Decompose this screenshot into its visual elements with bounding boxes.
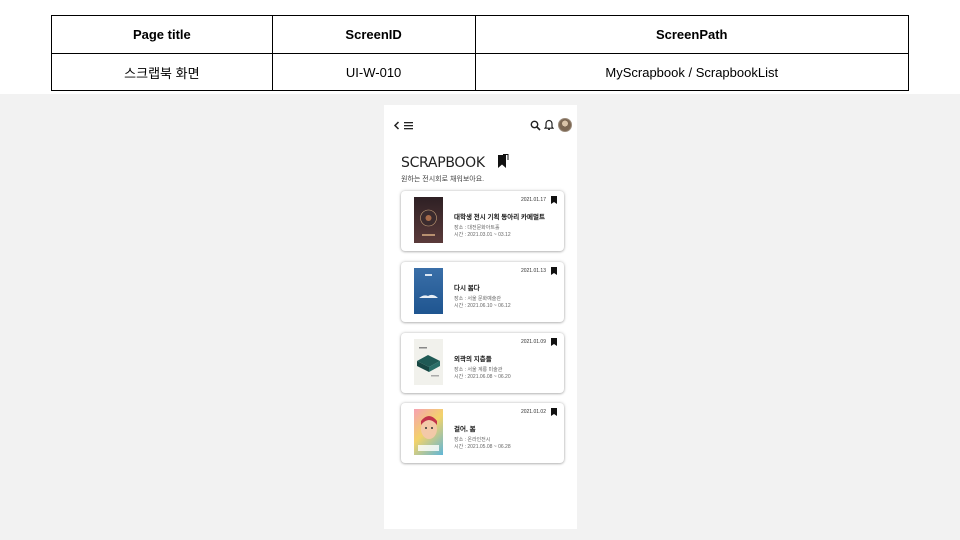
- card-date: 2021.01.17: [520, 197, 546, 203]
- scrap-card[interactable]: 2021.01.02 걸어, 봄 장소 : 온라인전시 시간 : 2021.05…: [401, 403, 564, 463]
- back-icon[interactable]: [393, 121, 400, 130]
- page-subtitle: 원하는 전시회로 채워보아요.: [401, 176, 485, 183]
- title-row: SCRAPBOOK: [401, 152, 509, 174]
- card-title: 걸어, 봄: [454, 426, 476, 433]
- exhibition-poster: [414, 409, 443, 455]
- exhibition-poster: [414, 197, 443, 243]
- bookmark-icon[interactable]: [551, 267, 557, 275]
- card-time: 시간 : 2021.06.10 ~ 06.12: [454, 303, 511, 309]
- spec-table: Page title ScreenID ScreenPath 스크랩북 화면 U…: [51, 15, 909, 91]
- bookmark-icon: [498, 154, 509, 168]
- top-bar: [384, 105, 577, 147]
- scrap-card[interactable]: 2021.01.09 외곽의 지층들 장소 : 서울 계룡 미술관 시간 : 2…: [401, 333, 564, 393]
- card-time: 시간 : 2021.06.08 ~ 06.20: [454, 374, 511, 380]
- card-title: 외곽의 지층들: [454, 356, 492, 363]
- spec-header-row: Page title ScreenID ScreenPath: [51, 15, 909, 54]
- card-place: 장소 : 서울 문화예술관: [454, 296, 501, 302]
- card-date: 2021.01.09: [520, 339, 546, 345]
- scrap-card[interactable]: 2021.01.17 대학생 전시 기획 동아리 카메멀트 장소 : 대전문화아…: [401, 191, 564, 251]
- spec-value-row: 스크랩북 화면 UI-W-010 MyScrapbook / Scrapbook…: [51, 53, 909, 91]
- spec-header-screen-path: ScreenPath: [474, 15, 909, 54]
- card-date: 2021.01.13: [520, 268, 546, 274]
- bookmark-icon[interactable]: [551, 408, 557, 416]
- card-title: 다시 봄다: [454, 285, 480, 292]
- scrap-card[interactable]: 2021.01.13 다시 봄다 장소 : 서울 문화예술관 시간 : 2021…: [401, 262, 564, 322]
- bell-icon[interactable]: [544, 119, 554, 131]
- search-icon[interactable]: [530, 120, 541, 131]
- card-time: 시간 : 2021.03.01 ~ 03.12: [454, 232, 511, 238]
- spec-value-screen-id: UI-W-010: [271, 53, 476, 91]
- phone-screen: SCRAPBOOK 원하는 전시회로 채워보아요. 2021.01.17 대학생…: [384, 105, 577, 529]
- card-place: 장소 : 대전문화아트홀: [454, 225, 500, 231]
- bookmark-icon[interactable]: [551, 338, 557, 346]
- exhibition-poster: [414, 339, 443, 385]
- avatar[interactable]: [558, 118, 572, 132]
- card-title: 대학생 전시 기획 동아리 카메멀트: [454, 214, 545, 221]
- spec-value-page-title: 스크랩북 화면: [51, 53, 273, 91]
- page-title: SCRAPBOOK: [401, 155, 485, 171]
- exhibition-poster: [414, 268, 443, 314]
- bookmark-icon[interactable]: [551, 196, 557, 204]
- card-place: 장소 : 서울 계룡 미술관: [454, 367, 503, 373]
- spec-header-page-title: Page title: [51, 15, 273, 54]
- card-place: 장소 : 온라인전시: [454, 437, 491, 443]
- spec-value-screen-path: MyScrapbook / ScrapbookList: [474, 53, 909, 91]
- spec-header-screen-id: ScreenID: [271, 15, 476, 54]
- card-date: 2021.01.02: [520, 409, 546, 415]
- card-time: 시간 : 2021.05.08 ~ 06.28: [454, 444, 511, 450]
- menu-icon[interactable]: [404, 121, 413, 130]
